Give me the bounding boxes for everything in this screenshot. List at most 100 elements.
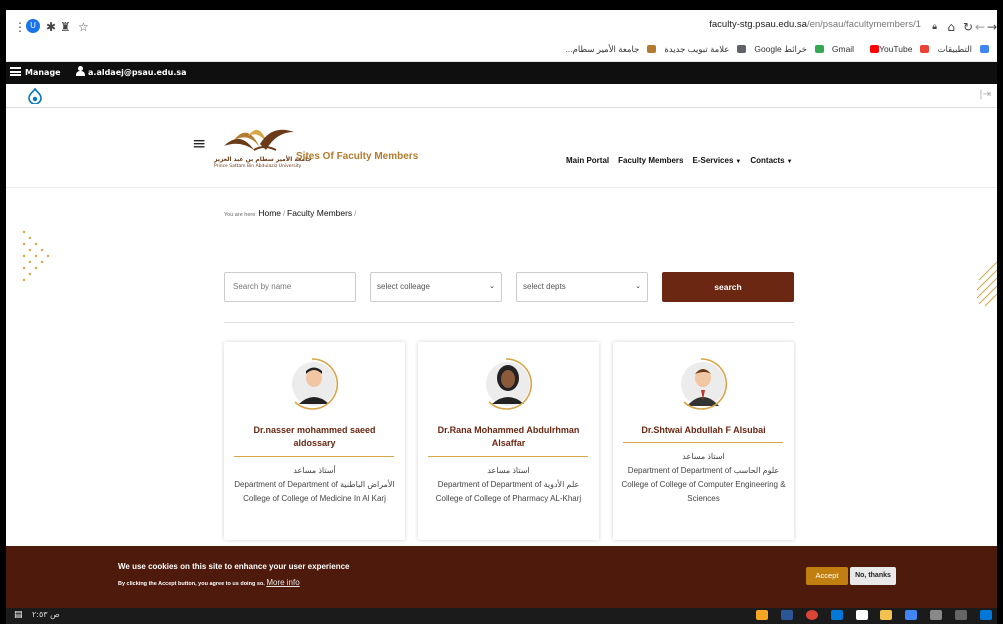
card-divider: [428, 456, 588, 457]
bookmark-label: YouTube: [879, 44, 913, 54]
browser-window: ⋮ U ✱ ♜ ☆ faculty-stg.psau.edu.sa/en/psa…: [6, 10, 997, 624]
breadcrumb-separator: /: [354, 211, 357, 218]
faculty-college: College of College of Medicine In Al Kar…: [243, 494, 386, 503]
faculty-department: Department of Department of الأمراض البا…: [234, 480, 395, 489]
faculty-name[interactable]: Dr.Rana Mohammed Abdulrhman Alsaffar: [426, 424, 591, 450]
bookmark-label: Gmail: [831, 44, 855, 54]
dept-select[interactable]: select depts ⌄: [516, 272, 648, 302]
mail-icon[interactable]: [905, 610, 918, 620]
manage-label: Manage: [25, 68, 61, 77]
forward-icon[interactable]: ←: [975, 18, 985, 36]
more-info-link[interactable]: More info: [266, 578, 299, 587]
main-content: You are here: Home / Faculty Members / Sear…: [6, 188, 997, 546]
drupal-icon[interactable]: [28, 88, 42, 104]
faculty-card[interactable]: Dr.Rana Mohammed Abdulrhman Alsaffar استا…: [418, 342, 599, 540]
nav-item-contacts[interactable]: Contacts ▼: [750, 156, 792, 165]
word-icon[interactable]: [780, 610, 793, 620]
faculty-info: استاذ مساعد Department of Department of ع…: [619, 450, 788, 506]
search-input[interactable]: Search by name: [224, 272, 356, 302]
college-select[interactable]: select colleage ⌄: [370, 272, 502, 302]
card-divider: [623, 442, 783, 443]
bookmark-item[interactable]: علامة تبويب جديدة: [664, 44, 747, 54]
url-path: /en/psau/facultymembers/1: [806, 19, 921, 30]
start-icon[interactable]: [979, 610, 992, 620]
bookmark-item[interactable]: خرائط Google: [754, 44, 824, 54]
cookie-banner: We use cookies on this site to enhance y…: [6, 546, 997, 608]
bookmarks-bar: التطبيقات Gmail YouTube خرائط Google علامة ت…: [6, 42, 997, 60]
university-icon: [647, 45, 657, 53]
cookie-text: By clicking the Accept button, you agree…: [118, 578, 300, 587]
college-select-value: select colleage: [377, 282, 430, 291]
faculty-title: أستاذ مساعد: [293, 466, 336, 475]
menu-dots-icon[interactable]: ⋮: [14, 18, 26, 36]
bookmark-item[interactable]: YouTube: [862, 44, 912, 54]
cookie-title: We use cookies on this site to enhance y…: [118, 562, 350, 571]
university-name-en: Prince Sattam Bin Abdulaziz University: [214, 164, 302, 169]
faculty-info: أستاذ مساعد Department of Department of ا…: [230, 464, 399, 506]
browser-chrome: ⋮ U ✱ ♜ ☆ faculty-stg.psau.edu.sa/en/psa…: [6, 10, 997, 62]
female-avatar-icon: [480, 356, 536, 412]
breadcrumb-item[interactable]: Faculty Members: [287, 208, 352, 218]
task-view-icon[interactable]: [930, 610, 943, 620]
search-button[interactable]: search: [662, 272, 794, 302]
faculty-name[interactable]: Dr.Shtwai Abdullah F Alsubai: [621, 424, 786, 437]
lock-icon[interactable]: 🔒︎: [932, 18, 937, 36]
faculty-title: استاذ مساعد: [682, 452, 725, 461]
search-icon[interactable]: [955, 610, 967, 620]
site-header: ≡ جامعة الأمير سطام بن عبد العزيز Prince…: [6, 108, 997, 188]
reload-icon[interactable]: ↻: [963, 18, 973, 36]
nav-item-e-services[interactable]: E-Services ▼: [692, 156, 741, 165]
url-bar[interactable]: faculty-stg.psau.edu.sa/en/psau/facultym…: [709, 19, 921, 30]
main-nav: Main Portal Faculty Members E-Services ▼ Con…: [566, 156, 802, 165]
address-row: ⋮ U ✱ ♜ ☆ faculty-stg.psau.edu.sa/en/psa…: [6, 18, 997, 38]
nav-item-faculty-members[interactable]: Faculty Members: [618, 156, 683, 165]
home-icon[interactable]: ⌂: [947, 18, 955, 36]
taskbar-apps: [756, 610, 997, 621]
profile-icon[interactable]: U: [26, 19, 40, 33]
notifications-icon[interactable]: ▤: [14, 610, 23, 620]
bookmark-item[interactable]: جامعة الأمير سطام...: [566, 44, 657, 54]
decline-button[interactable]: No, thanks: [850, 567, 896, 585]
faculty-card[interactable]: Dr.Shtwai Abdullah F Alsubai استاذ مساعد D…: [613, 342, 794, 540]
faculty-name[interactable]: Dr.nasser mohammed saeed aldossary: [232, 424, 397, 450]
site-title[interactable]: Sites Of Faculty Members: [296, 151, 418, 162]
youtube-icon: [870, 45, 880, 53]
male-avatar-icon: [286, 356, 342, 412]
breadcrumb-item[interactable]: Home: [258, 208, 281, 218]
chevron-down-icon: ⌄: [635, 283, 641, 290]
breadcrumb-separator: /: [283, 211, 285, 218]
chevron-down-icon: ⌄: [489, 283, 495, 290]
bookmark-label: جامعة الأمير سطام...: [565, 44, 640, 54]
nav-label: Faculty Members: [618, 156, 684, 165]
caret-down-icon: ▼: [735, 159, 742, 165]
user-account-link[interactable]: a.aldaej@psau.edu.sa: [76, 66, 187, 80]
admin-toolbar: Manage a.aldaej@psau.edu.sa: [6, 62, 997, 84]
url-domain: faculty-stg.psau.edu.sa: [709, 19, 807, 30]
card-divider: [234, 456, 394, 457]
store-icon[interactable]: [855, 610, 868, 620]
bookmark-star-icon[interactable]: ☆: [78, 18, 89, 36]
nav-item-main-portal[interactable]: Main Portal: [566, 156, 609, 165]
edge-icon[interactable]: [830, 610, 843, 620]
bookmark-item[interactable]: التطبيقات: [937, 44, 989, 54]
manage-button[interactable]: Manage: [10, 66, 61, 80]
chrome-icon[interactable]: [805, 610, 818, 620]
extension-icon[interactable]: ♜: [60, 18, 71, 36]
nav-label: Main Portal: [566, 156, 610, 165]
hamburger-menu-icon[interactable]: ≡: [192, 136, 206, 153]
faculty-card[interactable]: Dr.nasser mohammed saeed aldossary أستاذ …: [224, 342, 405, 540]
gmail-icon: [920, 45, 930, 53]
faculty-college: College of College of Computer Engineeri…: [621, 480, 786, 503]
tray-toggle-icon[interactable]: |⇥: [979, 89, 991, 100]
folder-icon[interactable]: [880, 610, 893, 620]
decorative-dots: [22, 230, 50, 282]
menu-icon: [10, 67, 21, 76]
vlc-icon[interactable]: [756, 610, 768, 620]
taskbar: ▤ ﺹ ٢:٥٣: [6, 608, 997, 624]
back-icon[interactable]: →: [987, 18, 997, 36]
accept-button[interactable]: Accept: [806, 567, 848, 585]
extension-puzzle-icon[interactable]: ✱: [46, 18, 56, 36]
cookie-message: By clicking the Accept button, you agree…: [118, 581, 265, 587]
faculty-info: استاذ مساعد Department of Department of ع…: [424, 464, 593, 506]
divider: [224, 322, 794, 323]
